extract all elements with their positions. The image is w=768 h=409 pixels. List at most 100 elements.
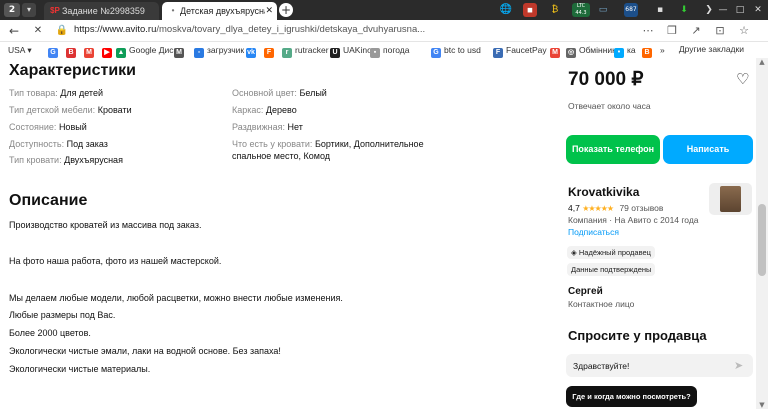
bookmark-rutracker[interactable]: r rutracker	[282, 44, 329, 58]
quick-question-button[interactable]: Где и когда можно посмотреть?	[566, 386, 697, 407]
characteristics-heading: Характеристики	[9, 62, 137, 79]
bookmark-m2[interactable]: M	[174, 44, 187, 58]
tab-favicon: $P	[50, 6, 60, 15]
bookmark-m[interactable]: M	[84, 44, 97, 58]
bookmark-m3[interactable]: M	[550, 44, 563, 58]
write-message-button[interactable]: Написать	[663, 135, 753, 164]
description-line: Любые размеры под Вас.	[9, 310, 116, 320]
back-arrow-icon[interactable]: ←	[6, 23, 22, 39]
bookmark-more[interactable]: »	[660, 44, 665, 56]
tab-list-icon[interactable]: ▾	[22, 3, 36, 17]
close-tab-icon[interactable]: ✕	[265, 2, 273, 20]
ltc-price-badge[interactable]: LTC 44.3	[572, 3, 590, 17]
collections-icon[interactable]: ❐	[664, 23, 680, 39]
description-heading: Описание	[9, 192, 88, 209]
bookmark-vk[interactable]: vk	[246, 44, 259, 58]
subscribe-link[interactable]: Подписаться	[568, 227, 619, 237]
download-icon[interactable]: ⬇	[677, 3, 691, 17]
address-bar[interactable]: https://www.avito.ru/moskva/tovary_dlya_…	[74, 24, 425, 35]
show-phone-button[interactable]: Показать телефон	[566, 135, 660, 164]
bookmark-b2[interactable]: B	[642, 44, 655, 58]
minimize-icon[interactable]: —	[716, 3, 730, 17]
close-window-icon[interactable]: ✕	[751, 3, 765, 17]
bookmark-f[interactable]: F	[264, 44, 277, 58]
bookmark-google-drive[interactable]: ▲ Google Диск	[116, 44, 177, 58]
description-line: На фото наша работа, фото из нашей масте…	[9, 256, 222, 266]
char-row: Тип товара: Для детей	[9, 88, 103, 98]
bitcoin-icon[interactable]: ₿	[548, 3, 562, 17]
url-path: /moskva/tovary_dlya_detey_i_igrushki/det…	[156, 24, 426, 35]
reliable-seller-badge: ◈ Надёжный продавец	[567, 246, 655, 259]
seller-avatar[interactable]	[709, 183, 752, 215]
weather-icon: ▪	[370, 48, 380, 58]
downloader-icon: ▫	[194, 48, 204, 58]
stop-loading-icon[interactable]: ✕	[30, 23, 46, 39]
maximize-icon[interactable]: □	[733, 3, 747, 17]
char-row: Каркас: Дерево	[232, 105, 297, 115]
reading-mode-icon[interactable]: ⊡	[712, 23, 728, 39]
extension-icon[interactable]: ◼	[523, 3, 537, 17]
bookmark-usa[interactable]: USA ▾	[8, 44, 32, 56]
other-bookmarks[interactable]: Другие закладки	[679, 44, 744, 54]
page-content: Характеристики Тип товара: Для детей Тип…	[0, 58, 756, 409]
bookmark-icon[interactable]: ▪	[653, 3, 667, 17]
bookmark-b[interactable]: B	[66, 44, 79, 58]
contact-name: Сергей	[568, 286, 603, 297]
counter-badge[interactable]: 687	[624, 3, 638, 17]
bookmark-youtube[interactable]: ▶	[102, 44, 115, 58]
pin-icon: •	[614, 48, 624, 58]
globe-icon[interactable]: 🌐	[499, 3, 513, 17]
navigation-bar: ← ✕ 🔒 https://www.avito.ru/moskva/tovary…	[0, 20, 768, 42]
wallet-icon[interactable]: ▭	[596, 3, 610, 17]
rating-value: 4,7	[568, 203, 580, 213]
char-row: Что есть у кровати: Бортики, Дополнитель…	[232, 139, 424, 149]
browser-tab-strip: 2 ▾ $P Задание №2998359 - про • Детская …	[0, 0, 768, 20]
drive-icon: ▲	[116, 48, 126, 58]
rutracker-icon: r	[282, 48, 292, 58]
bookmark-btc-usd[interactable]: Gbtc to usd	[431, 44, 481, 58]
tab-task[interactable]: $P Задание №2998359 - про	[44, 2, 159, 20]
f-icon: F	[264, 48, 274, 58]
scroll-down-icon[interactable]: ▼	[758, 401, 766, 409]
gmail-icon: M	[84, 48, 94, 58]
bookmark-obmennik[interactable]: ◎ Обмінник	[566, 44, 616, 58]
description-line: Более 2000 цветов.	[9, 328, 91, 338]
favorite-heart-icon[interactable]: ♡	[736, 70, 749, 88]
bookmark-ka[interactable]: • ка	[614, 44, 636, 58]
bookmark-downloader[interactable]: ▫ загрузчик	[194, 44, 244, 58]
new-tab-button[interactable]: +	[279, 3, 293, 17]
bookmark-faucetpay[interactable]: F FaucetPay	[493, 44, 547, 58]
page-scrollbar[interactable]: ▲ ▼	[756, 58, 768, 409]
tab-avito[interactable]: • Детская двухъярусная кр ✕	[162, 2, 277, 20]
favorite-star-icon[interactable]: ☆	[736, 23, 752, 39]
blogger-icon: B	[642, 48, 652, 58]
char-row: Основной цвет: Белый	[232, 88, 327, 98]
forward-ext-icon[interactable]: ❯	[702, 3, 716, 17]
reviews-link[interactable]: 79 отзывов	[619, 203, 663, 213]
tab-favicon: •	[171, 6, 175, 15]
rating-stars-icon: ★★★★★	[582, 204, 614, 213]
url-host: https://www.avito.ru	[74, 24, 157, 35]
contact-role: Контактное лицо	[568, 299, 635, 309]
char-row: Раздвижная: Нет	[232, 122, 303, 132]
b-icon: B	[66, 48, 76, 58]
bookmark-uakino[interactable]: U UAKino	[330, 44, 372, 58]
vk-icon: vk	[246, 48, 256, 58]
scroll-thumb[interactable]	[758, 204, 766, 276]
youtube-icon: ▶	[102, 48, 112, 58]
seller-name[interactable]: Krovatkivika	[568, 185, 639, 199]
lock-icon[interactable]: 🔒	[54, 23, 70, 39]
bookmark-pogoda[interactable]: ▪ погода	[370, 44, 409, 58]
google-icon: G	[431, 48, 441, 58]
send-icon[interactable]: ➤	[734, 359, 743, 372]
share-icon[interactable]: ↗	[688, 23, 704, 39]
char-row: Состояние: Новый	[9, 122, 87, 132]
tab-title: Детская двухъярусная кр	[180, 6, 265, 16]
tab-counter[interactable]: 2	[4, 3, 20, 17]
tab-title: Задание №2998359 - про	[62, 6, 147, 16]
more-options-icon[interactable]: ⋯	[640, 23, 656, 39]
description-line: Мы делаем любые модели, любой расцветки,…	[9, 293, 343, 303]
message-input[interactable]	[566, 354, 753, 377]
scroll-up-icon[interactable]: ▲	[758, 58, 766, 66]
bookmark-google[interactable]: G	[48, 44, 61, 58]
